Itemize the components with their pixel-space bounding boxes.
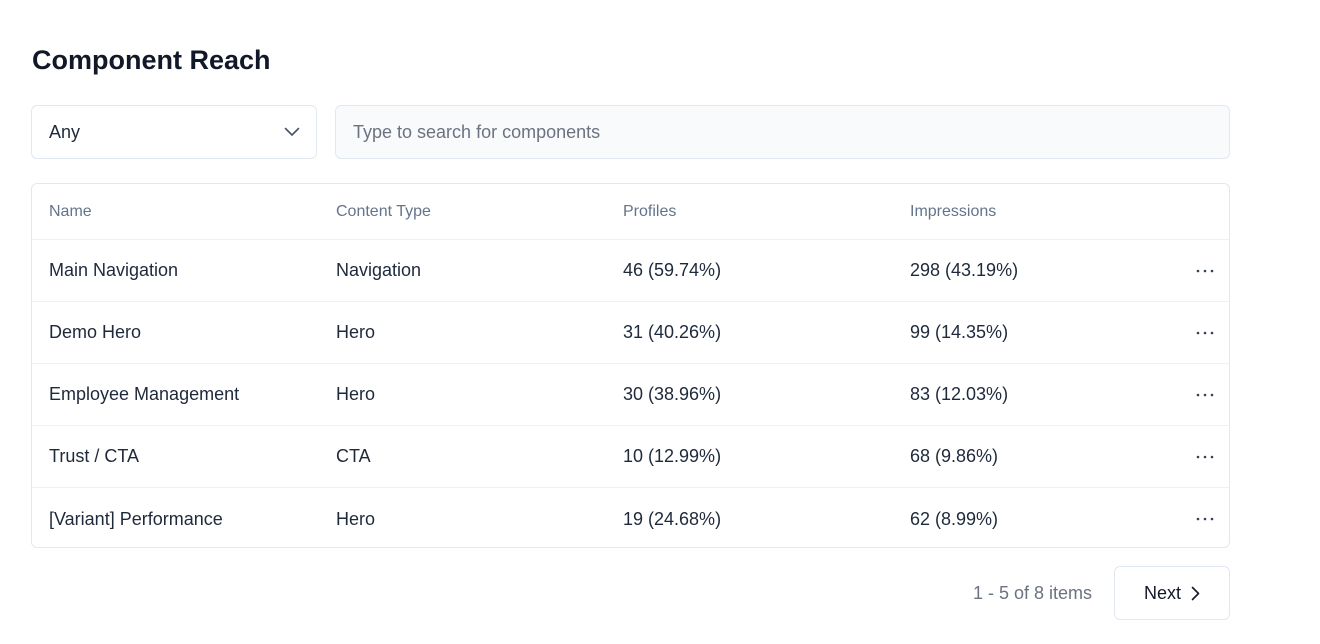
components-table: Name Content Type Profiles Impressions M… bbox=[31, 183, 1230, 548]
row-actions-button[interactable] bbox=[1188, 302, 1222, 363]
cell-name: Employee Management bbox=[49, 384, 240, 404]
cell-name: Trust / CTA bbox=[49, 446, 139, 466]
column-header-profiles: Profiles bbox=[623, 202, 677, 220]
cell-impressions: 298 (43.19%) bbox=[910, 260, 1019, 280]
cell-profiles: 31 (40.26%) bbox=[623, 322, 722, 342]
page-title: Component Reach bbox=[32, 45, 271, 75]
cell-content-type: CTA bbox=[336, 446, 371, 466]
cell-profiles: 10 (12.99%) bbox=[623, 446, 722, 466]
next-button-label: Next bbox=[1143, 582, 1181, 603]
table-row: Employee Management Hero 30 (38.96%) 83 … bbox=[32, 364, 1229, 426]
cell-profiles: 46 (59.74%) bbox=[623, 260, 722, 280]
chevron-right-icon bbox=[1191, 586, 1200, 601]
column-header-name: Name bbox=[49, 202, 92, 220]
column-header-content-type: Content Type bbox=[336, 202, 431, 220]
cell-impressions: 83 (12.03%) bbox=[910, 384, 1009, 404]
cell-content-type: Hero bbox=[336, 322, 376, 342]
cell-name: [Variant] Performance bbox=[49, 508, 223, 529]
row-actions-button[interactable] bbox=[1188, 364, 1222, 425]
cell-profiles: 30 (38.96%) bbox=[623, 384, 722, 404]
next-page-button[interactable]: Next bbox=[1114, 566, 1230, 620]
cell-impressions: 62 (8.99%) bbox=[910, 508, 999, 529]
more-horizontal-icon bbox=[1196, 331, 1214, 335]
table-row: Demo Hero Hero 31 (40.26%) 99 (14.35%) bbox=[32, 302, 1229, 364]
cell-content-type: Navigation bbox=[336, 260, 422, 280]
cell-content-type: Hero bbox=[336, 384, 376, 404]
row-actions-button[interactable] bbox=[1188, 240, 1222, 301]
row-actions-button[interactable] bbox=[1188, 426, 1222, 487]
component-reach-page: Component Reach Any Name Content Type Pr… bbox=[0, 0, 1320, 644]
cell-name: Main Navigation bbox=[49, 260, 179, 280]
more-horizontal-icon bbox=[1196, 393, 1214, 397]
column-header-impressions: Impressions bbox=[910, 202, 997, 220]
cell-impressions: 68 (9.86%) bbox=[910, 446, 999, 466]
cell-content-type: Hero bbox=[336, 508, 376, 529]
table-row: [Variant] Performance Hero 19 (24.68%) 6… bbox=[32, 488, 1229, 547]
cell-profiles: 19 (24.68%) bbox=[623, 508, 722, 529]
row-actions-button[interactable] bbox=[1188, 488, 1222, 547]
table-header-row: Name Content Type Profiles Impressions bbox=[32, 184, 1229, 240]
content-type-select-value: Any bbox=[49, 121, 81, 142]
pagination-info: 1 - 5 of 8 items bbox=[972, 583, 1092, 603]
component-search-input[interactable] bbox=[335, 105, 1230, 159]
table-row: Trust / CTA CTA 10 (12.99%) 68 (9.86%) bbox=[32, 426, 1229, 488]
cell-impressions: 99 (14.35%) bbox=[910, 322, 1009, 342]
table-row: Main Navigation Navigation 46 (59.74%) 2… bbox=[32, 240, 1229, 302]
chevron-down-icon bbox=[284, 127, 300, 137]
content-type-select[interactable]: Any bbox=[31, 105, 317, 159]
more-horizontal-icon bbox=[1196, 517, 1214, 521]
more-horizontal-icon bbox=[1196, 455, 1214, 459]
cell-name: Demo Hero bbox=[49, 322, 142, 342]
more-horizontal-icon bbox=[1196, 269, 1214, 273]
